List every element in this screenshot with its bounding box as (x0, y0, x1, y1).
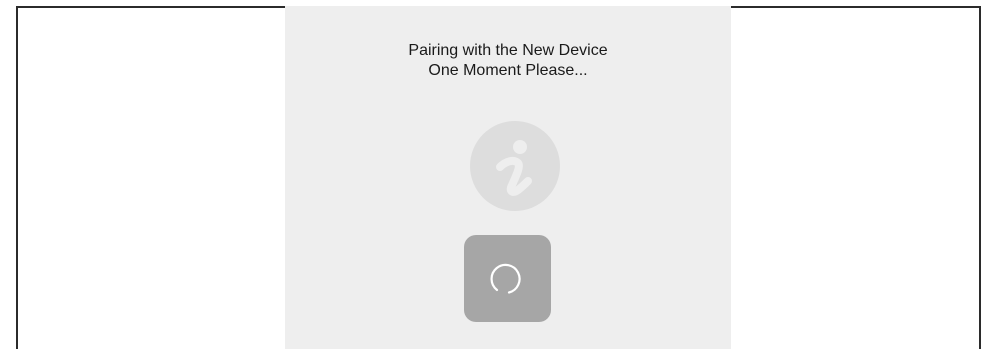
info-icon (470, 121, 560, 211)
loading-spinner (464, 235, 551, 322)
pairing-message: Pairing with the New Device One Moment P… (285, 41, 731, 81)
pairing-title: Pairing with the New Device (408, 42, 608, 59)
loading-spinner-icon (490, 263, 521, 294)
pairing-subtitle: One Moment Please... (428, 62, 588, 79)
pairing-dialog: Pairing with the New Device One Moment P… (285, 6, 731, 349)
